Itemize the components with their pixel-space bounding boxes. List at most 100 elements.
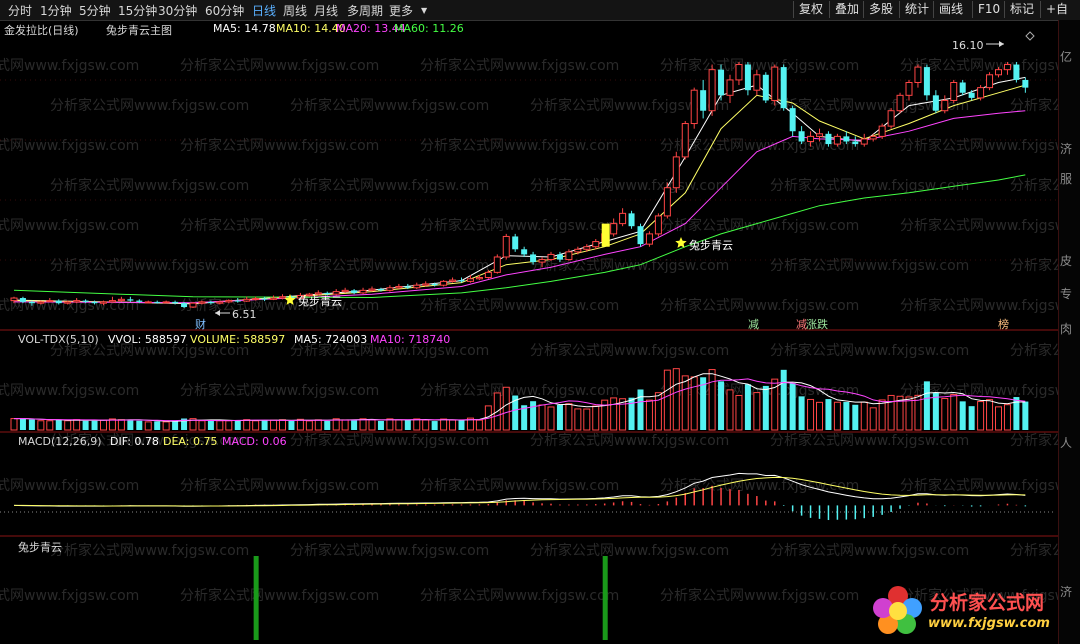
background-watermark-text: 分析家公式网www.fxjgsw.com (420, 137, 619, 154)
candle-body (878, 125, 886, 137)
macd-value: MACD: 0.06 (222, 435, 287, 448)
side-label-6: 人 (1060, 436, 1073, 450)
candle-body (484, 271, 492, 279)
dif-value: DIF: 0.78 (110, 435, 159, 448)
volume-bar (645, 399, 653, 431)
candle-body (117, 298, 125, 302)
background-watermark-text: 分析家公式网www.fxjgsw.com (290, 97, 489, 114)
side-label-3: 皮 (1060, 254, 1073, 268)
volume-bar (986, 399, 994, 431)
candle-body (860, 138, 868, 145)
volume-bar (887, 394, 895, 431)
candle-body (181, 303, 188, 308)
candle-body (843, 136, 850, 142)
volume-bar (431, 421, 438, 430)
volume-bar (154, 421, 161, 430)
candle-body (986, 74, 994, 89)
background-watermark-text: 分析家公式网www.fxjgsw.com (290, 257, 489, 274)
volume-bar (377, 420, 384, 430)
candle-body (807, 135, 815, 143)
volume-bar (654, 392, 662, 431)
candle-body (172, 301, 179, 304)
volume-bar (816, 401, 823, 431)
candle-body (1003, 64, 1011, 71)
volume-bar (950, 394, 958, 431)
volume-bar (73, 419, 81, 431)
volume-bar (977, 401, 985, 431)
macd-title[interactable]: MACD(12,26,9) (18, 435, 102, 448)
candle-body (466, 278, 474, 282)
volume-bar (359, 418, 367, 431)
candle-body (645, 233, 653, 245)
volume-bar (136, 420, 143, 430)
stock-title: 金发拉比(日线) (4, 24, 79, 37)
volume-bar (305, 420, 313, 431)
volume-bar (449, 419, 457, 431)
candle-body (189, 302, 197, 308)
background-watermark-text: 分析家公式网www.fxjgsw.com (180, 587, 379, 604)
volume-bar (1003, 404, 1011, 431)
volume-bar (270, 419, 278, 431)
background-watermark-text: 分析家公式网www.fxjgsw.com (50, 97, 249, 114)
candle-body (995, 69, 1002, 76)
candle-body (718, 69, 725, 96)
background-watermark-text: 分析家公式网www.fxjgsw.com (0, 477, 139, 494)
diamond-marker-icon (1025, 31, 1035, 41)
candle-body (475, 277, 483, 280)
volume-bar (404, 419, 411, 430)
volume-bar (780, 369, 787, 430)
background-watermark-text: 分析家公式网www.fxjgsw.com (770, 257, 969, 274)
high-price-label: 16.10 (952, 39, 984, 52)
volume-bar (843, 402, 850, 430)
candle-body (789, 108, 796, 132)
candle-body (512, 236, 519, 250)
volume-bar (91, 420, 98, 430)
signal-panel-title[interactable]: 兔步青云 (18, 539, 62, 555)
candle-body (46, 300, 54, 303)
candle-body (386, 287, 394, 291)
candle-body (198, 301, 206, 304)
candle-body (592, 241, 600, 248)
candle-body (136, 300, 143, 302)
stock-chart: 分析家公式网www.fxjgsw.com 分析家公式网www.fxjgsw.com… (0, 31, 1080, 640)
background-watermark-text: 分析家公式网www.fxjgsw.com (0, 137, 139, 154)
volume-bar (475, 419, 483, 431)
candle-body (144, 301, 152, 304)
candle-body (413, 284, 421, 289)
volume-bar (995, 406, 1002, 431)
candle-body (780, 67, 787, 109)
candle-body (440, 280, 448, 286)
volume-bar (10, 418, 18, 431)
volume-bar (252, 420, 260, 431)
volume-bar (744, 384, 751, 430)
indicator-name[interactable]: 兔步青云主图 (106, 22, 172, 38)
volume-bar (395, 419, 403, 431)
candle-body (368, 288, 376, 291)
background-watermark-text: 分析家公式网www.fxjgsw.com (530, 432, 729, 449)
vol-title[interactable]: VOL-TDX(5,10) (18, 333, 99, 346)
dea-value: DEA: 0.75 (163, 435, 218, 448)
candle-body (359, 289, 367, 294)
candle-body (977, 87, 985, 99)
candle-body (744, 64, 751, 91)
candle-body (234, 300, 241, 302)
candle-body (108, 300, 116, 303)
volume-bar (932, 392, 939, 430)
volume-bar (100, 419, 107, 431)
volume-bar (207, 420, 214, 430)
background-watermark-text: 分析家公式网www.fxjgsw.com (420, 57, 619, 74)
volume-bar (663, 369, 671, 431)
background-watermark-text: 分析家公式网www.fxjgsw.com (50, 257, 249, 274)
background-watermark-text: 分析家公式网www.fxjgsw.com (180, 382, 379, 399)
candle-body (243, 298, 251, 302)
candle-body (55, 300, 62, 304)
volume-bar (198, 420, 206, 431)
candle-body (73, 300, 81, 303)
volume-bar (28, 419, 35, 430)
candle-body (672, 156, 680, 189)
background-watermark-text: 分析家公式网www.fxjgsw.com (180, 57, 379, 74)
volume-bar (690, 376, 698, 431)
candle-body (225, 300, 233, 303)
signal-label-2: 兔步青云 (689, 239, 733, 252)
candle-body (968, 92, 975, 98)
